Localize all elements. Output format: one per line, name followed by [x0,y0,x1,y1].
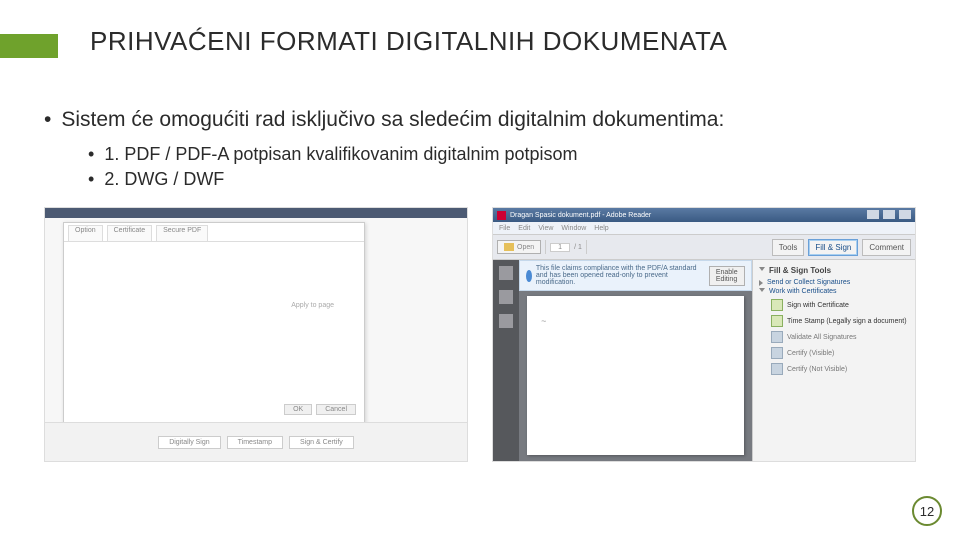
info-icon [526,270,532,282]
open-button[interactable]: Open [497,240,541,254]
item-label: Time Stamp (Legally sign a document) [787,318,907,325]
left-dialog-body: Apply to page [64,242,364,404]
main-bullet: Sistem će omogućiti rad isključivo sa sl… [44,108,924,192]
chevron-right-icon [759,280,763,286]
item-label: Certify (Visible) [787,350,834,357]
adobe-menu: File Edit View Window Help [493,222,915,234]
bottom-btn[interactable]: Digitally Sign [158,436,220,449]
adobe-titlebar: Dragan Spasic dokument.pdf - Adobe Reade… [493,208,915,222]
menu-item[interactable]: Window [561,225,586,232]
menu-item[interactable]: Edit [518,225,530,232]
slide-title: PRIHVAĆENI FORMATI DIGITALNIH DOKUMENATA [90,26,727,57]
certify-not-visible[interactable]: Certify (Not Visible) [759,361,909,377]
panel-header-label: Fill & Sign Tools [769,266,831,275]
left-tab[interactable]: Certificate [107,225,153,241]
adobe-main-view: This file claims compliance with the PDF… [519,260,752,461]
screenshot-left: Option Certificate Secure PDF Apply to p… [44,207,468,462]
chevron-down-icon [759,288,765,295]
attachments-icon[interactable] [499,314,513,328]
check-icon [771,331,783,343]
time-stamp-item[interactable]: Time Stamp (Legally sign a document) [759,313,909,329]
item-label: Certify (Not Visible) [787,366,847,373]
open-label: Open [517,244,534,251]
pen-icon [771,299,783,311]
item-label: Validate All Signatures [787,334,857,341]
left-tab[interactable]: Option [68,225,103,241]
adobe-body: This file claims compliance with the PDF… [493,260,915,461]
clock-icon [771,315,783,327]
bottom-btn[interactable]: Sign & Certify [289,436,354,449]
left-tab[interactable]: Secure PDF [156,225,208,241]
minimize-button[interactable] [867,210,879,219]
folder-icon [504,243,514,251]
menu-item[interactable]: View [538,225,553,232]
signature-mark: ~ [541,316,546,326]
left-dialog: Option Certificate Secure PDF Apply to p… [63,222,365,424]
pdfa-info-bar: This file claims compliance with the PDF… [519,260,752,291]
close-button[interactable] [899,210,911,219]
fill-sign-panel: Fill & Sign Tools Send or Collect Signat… [752,260,915,461]
cancel-button[interactable]: Cancel [316,404,356,415]
work-cert-label: Work with Certificates [769,288,837,295]
slide-page-number: 12 [912,496,942,526]
fill-sign-button[interactable]: Fill & Sign [808,239,858,256]
chevron-down-icon [759,267,765,274]
window-controls [865,210,911,221]
validate-signatures[interactable]: Validate All Signatures [759,329,909,345]
thumbnails-icon[interactable] [499,266,513,280]
item-label: Sign with Certificate [787,302,849,309]
left-bottom-toolbar: Digitally Sign Timestamp Sign & Certify [45,422,467,461]
screenshot-adobe: Dragan Spasic dokument.pdf - Adobe Reade… [492,207,916,462]
panel-header: Fill & Sign Tools [759,266,909,275]
ribbon-icon [771,363,783,375]
adobe-toolbar: Open 1 / 1 Tools Fill & Sign Comment [493,234,915,260]
adobe-nav-sidebar [493,260,519,461]
collect-label: Send or Collect Signatures [767,279,850,286]
collect-signatures-row[interactable]: Send or Collect Signatures [759,279,909,286]
comment-button[interactable]: Comment [862,239,911,256]
adobe-icon [497,211,506,220]
left-dialog-tabs: Option Certificate Secure PDF [64,223,364,242]
tools-button[interactable]: Tools [772,239,805,256]
enable-editing-button[interactable]: Enable Editing [709,266,745,286]
document-page: ~ [527,296,744,455]
screenshot-row: Option Certificate Secure PDF Apply to p… [44,207,916,462]
ribbon-icon [771,347,783,359]
content-area: Sistem će omogućiti rad isključivo sa sl… [44,108,924,200]
left-mid-label: Apply to page [291,302,334,309]
page-count: / 1 [574,244,582,251]
left-titlebar [45,208,467,218]
left-dialog-buttons: OK Cancel [284,404,356,415]
main-bullet-text: Sistem će omogućiti rad isključivo sa sl… [61,108,724,131]
sub-bullet-1: 1. PDF / PDF-A potpisan kvalifikovanim d… [88,142,924,167]
menu-item[interactable]: File [499,225,510,232]
bottom-btn[interactable]: Timestamp [227,436,283,449]
ok-button[interactable]: OK [284,404,312,415]
bookmarks-icon[interactable] [499,290,513,304]
work-certificates-row[interactable]: Work with Certificates [759,288,909,295]
menu-item[interactable]: Help [594,225,608,232]
maximize-button[interactable] [883,210,895,219]
sign-with-certificate[interactable]: Sign with Certificate [759,297,909,313]
pdfa-info-text: This file claims compliance with the PDF… [536,265,701,286]
sub-bullet-2: 2. DWG / DWF [88,167,924,192]
accent-bar [0,34,58,58]
adobe-right-buttons: Tools Fill & Sign Comment [770,243,911,252]
adobe-window-title: Dragan Spasic dokument.pdf - Adobe Reade… [510,212,651,219]
page-number-input[interactable]: 1 [550,243,570,252]
certify-visible[interactable]: Certify (Visible) [759,345,909,361]
